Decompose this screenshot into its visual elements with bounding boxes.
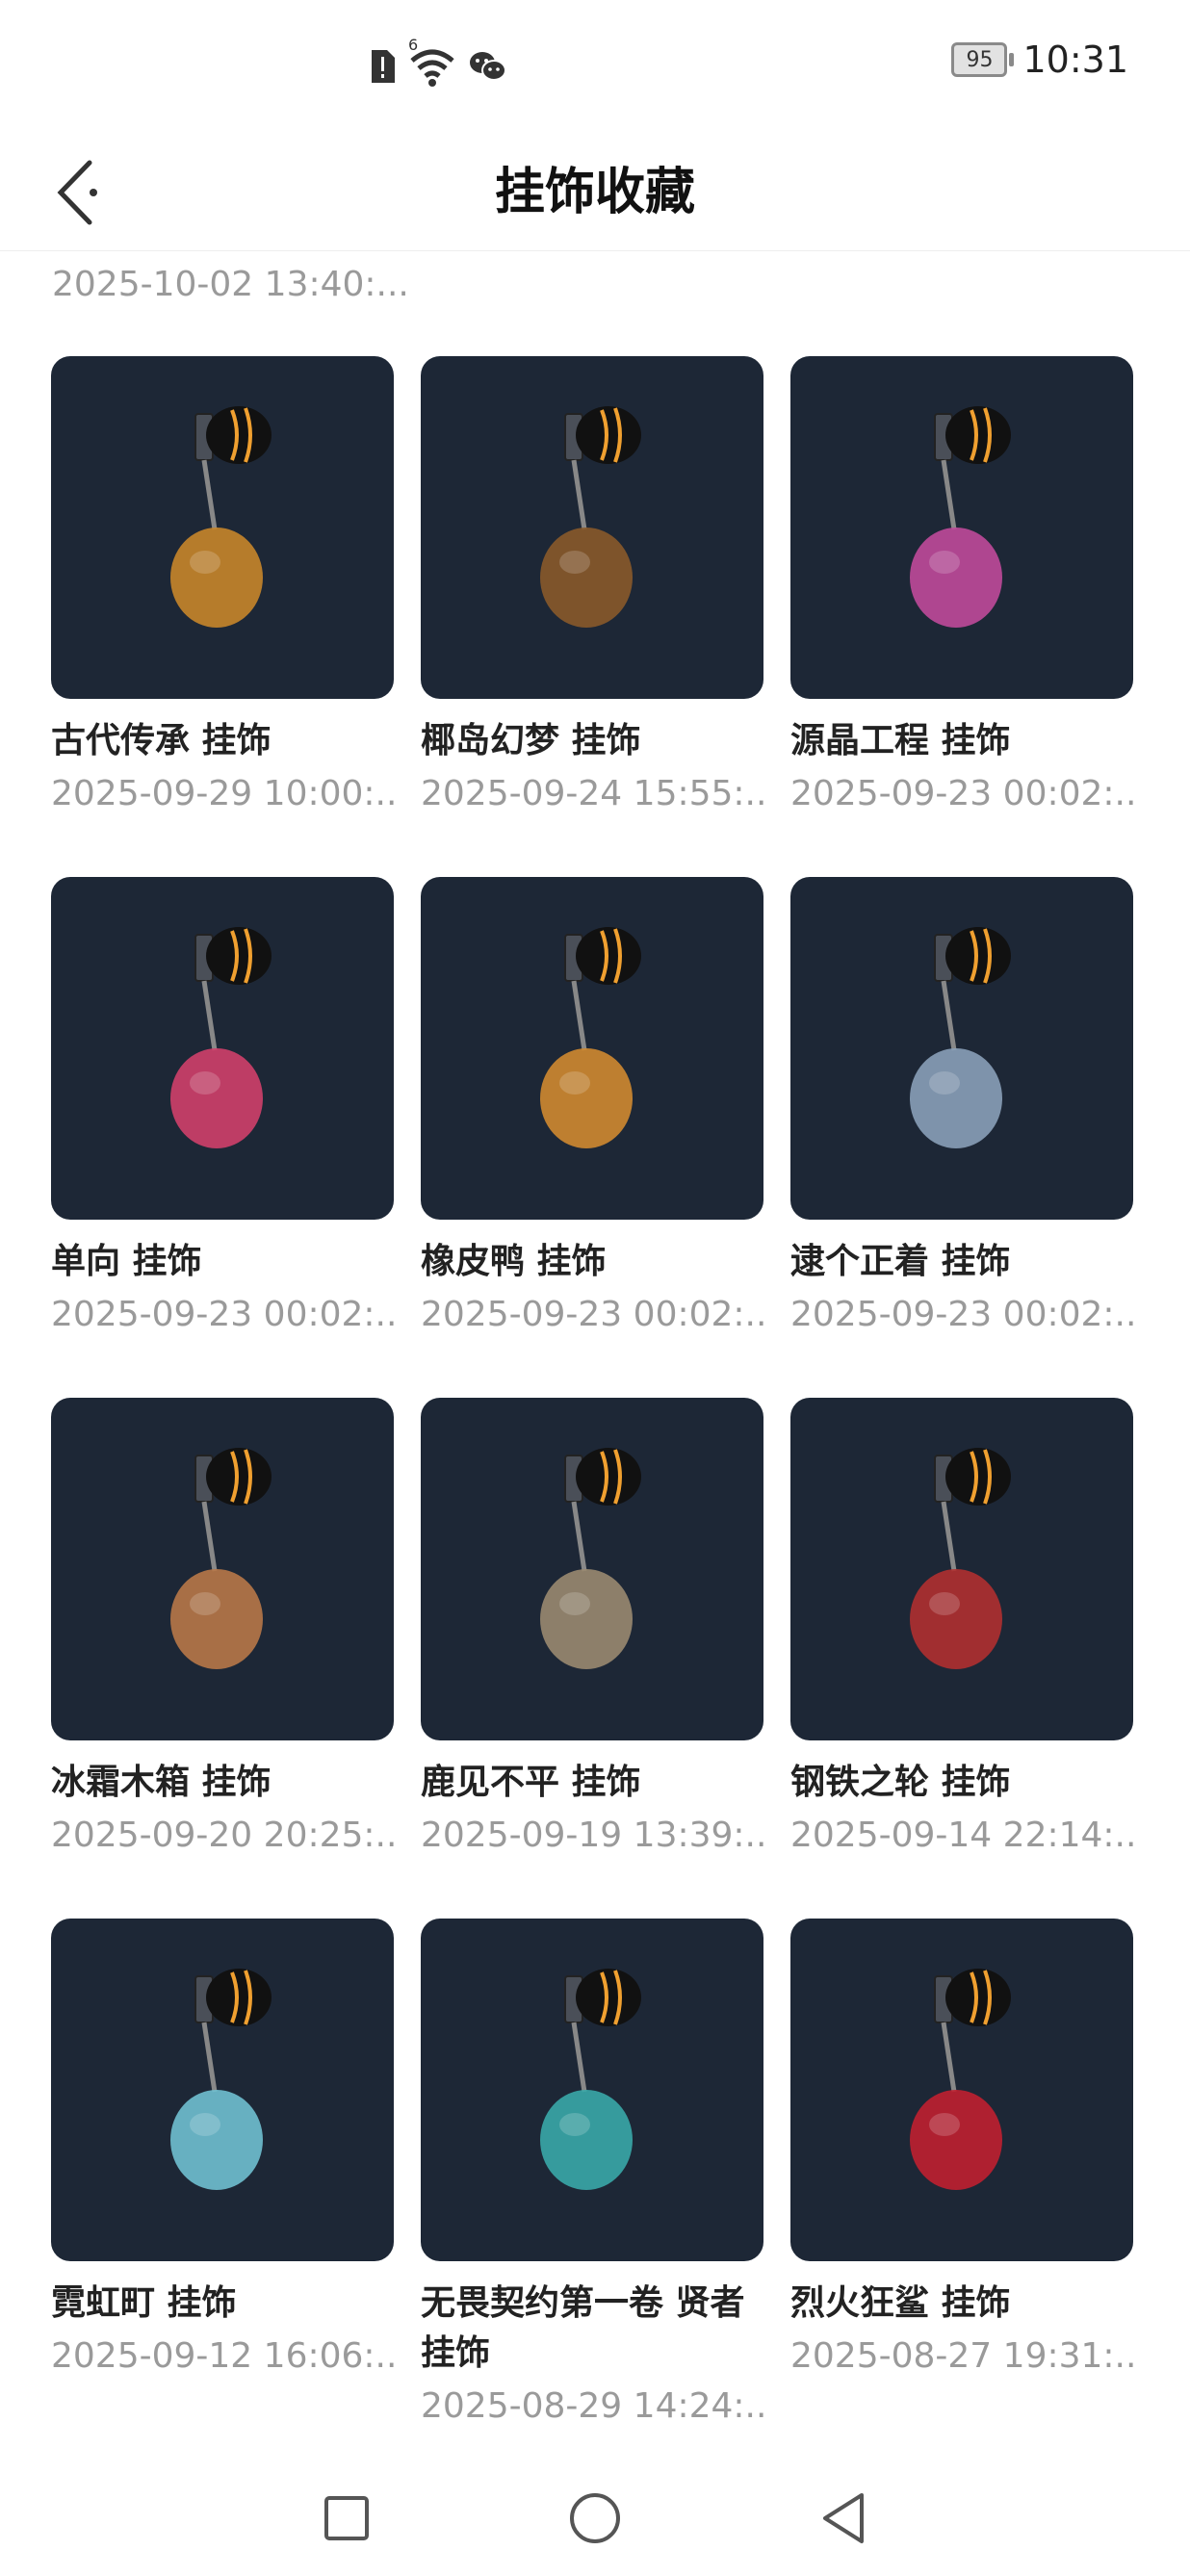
charm-image [540,406,641,628]
back-button[interactable] [50,146,108,239]
charm-name: 古代传承 挂饰 [51,721,272,760]
status-bar: 6 95 10:31 [0,0,1190,135]
charm-name: 逮个正着 挂饰 [790,1242,1011,1281]
charm-date: 2025-09-12 16:06:... [51,2336,394,2376]
charm-image [910,1448,1011,1669]
back-triangle-icon [823,2493,864,2543]
charm-card[interactable]: 古代传承 挂饰 2025-09-29 10:00:... [51,356,394,877]
charm-thumbnail[interactable] [421,1919,763,2261]
home-icon [570,2493,620,2543]
partial-item-date: 2025-10-02 13:40:... [52,265,409,304]
home-button[interactable] [556,2480,634,2557]
back-nav-button[interactable] [805,2480,882,2557]
charm-thumbnail[interactable] [790,1398,1133,1740]
charm-thumbnail[interactable] [790,356,1133,699]
wechat-icon [470,52,506,81]
charm-image [540,1448,641,1669]
charm-date: 2025-09-14 22:14:... [790,1816,1133,1855]
charm-image [170,1969,272,2190]
clock: 10:31 [1022,39,1128,81]
system-nav-bar [0,2460,1190,2576]
app-bar: 挂饰收藏 [0,135,1190,251]
charm-thumbnail[interactable] [51,1398,394,1740]
charm-card[interactable]: 逮个正着 挂饰 2025-09-23 00:02:... [790,877,1133,1398]
charm-date: 2025-09-23 00:02:... [51,1295,394,1334]
charm-name: 鹿见不平 挂饰 [421,1763,641,1802]
charm-thumbnail[interactable] [421,1398,763,1740]
battery-indicator: 95 [951,42,1015,77]
charm-name: 单向 挂饰 [51,1242,202,1281]
charm-date: 2025-09-23 00:02:... [421,1295,763,1334]
charm-name: 烈火狂鲨 挂饰 [790,2283,1011,2323]
charm-image [170,1448,272,1669]
charm-card[interactable]: 钢铁之轮 挂饰 2025-09-14 22:14:... [790,1398,1133,1919]
charm-card[interactable]: 烈火狂鲨 挂饰 2025-08-27 19:31:... [790,1919,1133,2439]
charm-name: 无畏契约第一卷 贤者 挂饰 [421,2283,745,2373]
wifi-standard-label: 6 [408,36,419,54]
charm-image [540,927,641,1148]
back-arrow-icon [57,160,97,225]
charm-date: 2025-09-23 00:02:... [790,1295,1133,1334]
charm-thumbnail[interactable] [790,1919,1133,2261]
charm-thumbnail[interactable] [790,877,1133,1220]
wifi-icon: 6 [408,36,456,88]
recent-apps-button[interactable] [308,2480,385,2557]
charm-image [910,406,1011,628]
recent-apps-icon [324,2496,369,2540]
charm-name: 橡皮鸭 挂饰 [421,1242,607,1281]
charm-image [540,1969,641,2190]
charm-image [170,406,272,628]
charm-name: 椰岛幻梦 挂饰 [421,721,641,760]
charm-card[interactable]: 橡皮鸭 挂饰 2025-09-23 00:02:... [421,877,763,1398]
charm-date: 2025-09-23 00:02:... [790,774,1133,813]
charm-card[interactable]: 椰岛幻梦 挂饰 2025-09-24 15:55:... [421,356,763,877]
charm-card[interactable]: 鹿见不平 挂饰 2025-09-19 13:39:... [421,1398,763,1919]
charm-card[interactable]: 霓虹町 挂饰 2025-09-12 16:06:... [51,1919,394,2439]
charm-name: 源晶工程 挂饰 [790,721,1011,760]
charm-image [170,927,272,1148]
charm-date: 2025-09-20 20:25:... [51,1816,394,1855]
charm-date: 2025-08-27 19:31:... [790,2336,1133,2376]
charm-grid: 古代传承 挂饰 2025-09-29 10:00:... 椰岛幻梦 挂饰 202… [51,356,1139,2439]
charm-thumbnail[interactable] [51,356,394,699]
charm-date: 2025-09-19 13:39:... [421,1816,763,1855]
charm-card[interactable]: 无畏契约第一卷 贤者 挂饰 2025-08-29 14:24:... [421,1919,763,2439]
charm-card[interactable]: 冰霜木箱 挂饰 2025-09-20 20:25:... [51,1398,394,1919]
charm-name: 冰霜木箱 挂饰 [51,1763,272,1802]
charm-thumbnail[interactable] [421,877,763,1220]
charm-image [910,1969,1011,2190]
charm-name: 霓虹町 挂饰 [51,2283,237,2323]
charm-thumbnail[interactable] [421,356,763,699]
charm-thumbnail[interactable] [51,877,394,1220]
battery-level: 95 [966,47,994,72]
charm-date: 2025-08-29 14:24:... [421,2386,763,2426]
alert-sim-icon [372,50,395,83]
charm-date: 2025-09-29 10:00:... [51,774,394,813]
charm-collection-list[interactable]: 2025-10-02 13:40:... 古代传承 挂饰 2025-09-29 … [0,251,1190,2456]
page-title: 挂饰收藏 [494,164,695,221]
charm-card[interactable]: 单向 挂饰 2025-09-23 00:02:... [51,877,394,1398]
charm-name: 钢铁之轮 挂饰 [790,1763,1011,1802]
status-icons: 6 [368,36,506,90]
charm-thumbnail[interactable] [51,1919,394,2261]
charm-image [910,927,1011,1148]
charm-card[interactable]: 源晶工程 挂饰 2025-09-23 00:02:... [790,356,1133,877]
charm-date: 2025-09-24 15:55:... [421,774,763,813]
